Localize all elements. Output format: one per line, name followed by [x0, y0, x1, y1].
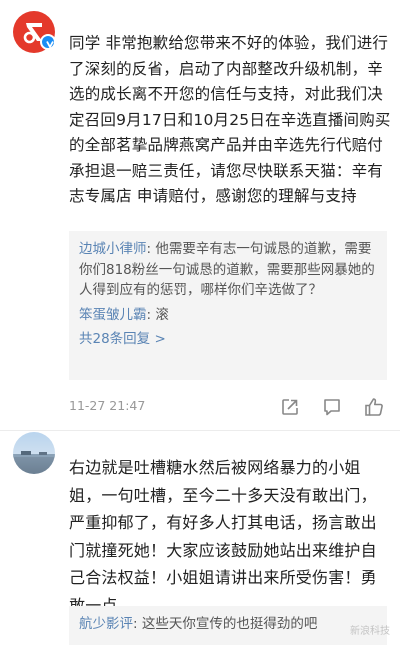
reply-item[interactable]: 边城小律师: 他需要辛有志一句诚恳的道歉，需要你们818粉丝一句诚恳的道歉，需要… [79, 239, 377, 301]
comment-text: 右边就是吐槽糖水然后被网络暴力的小姐姐，一句吐槽，至今二十多天没有敢出门，严重抑… [69, 458, 377, 615]
reply-username[interactable]: 边城小律师 [79, 241, 147, 257]
reply-colon: : [133, 616, 142, 632]
replies-box[interactable]: 边城小律师: 他需要辛有志一句诚恳的道歉，需要你们818粉丝一句诚恳的道歉，需要… [69, 231, 387, 380]
reply-text: 这些天你宣传的也挺得劲的吧 [141, 616, 318, 632]
comment-text: 同学 非常抱歉给您带来不好的体验，我们进行了深刻的反省，启动了内部整改升级机制，… [69, 34, 391, 205]
reply-username[interactable]: 笨蛋皱儿霸 [79, 307, 147, 323]
watermark: 新浪科技 [350, 626, 390, 637]
timestamp: 11-27 21:47 [69, 398, 146, 413]
user-avatar[interactable] [13, 432, 55, 474]
replies-box[interactable]: 航少影评: 这些天你宣传的也挺得劲的吧 [69, 606, 387, 645]
comment-meta: 11-27 21:47 [69, 396, 389, 418]
verified-badge-icon [40, 34, 56, 50]
reply-item[interactable]: 航少影评: 这些天你宣传的也挺得劲的吧 [79, 614, 377, 635]
reply-username[interactable]: 航少影评 [79, 616, 133, 632]
share-icon[interactable] [279, 396, 301, 418]
divider [0, 430, 400, 431]
reply-text: 滚 [155, 306, 169, 323]
reply-item[interactable]: 笨蛋皱儿霸: 滚 [79, 305, 377, 326]
like-icon[interactable] [363, 396, 385, 418]
comment-icon[interactable] [321, 396, 343, 418]
more-replies-link[interactable]: 共28条回复 > [79, 329, 377, 350]
